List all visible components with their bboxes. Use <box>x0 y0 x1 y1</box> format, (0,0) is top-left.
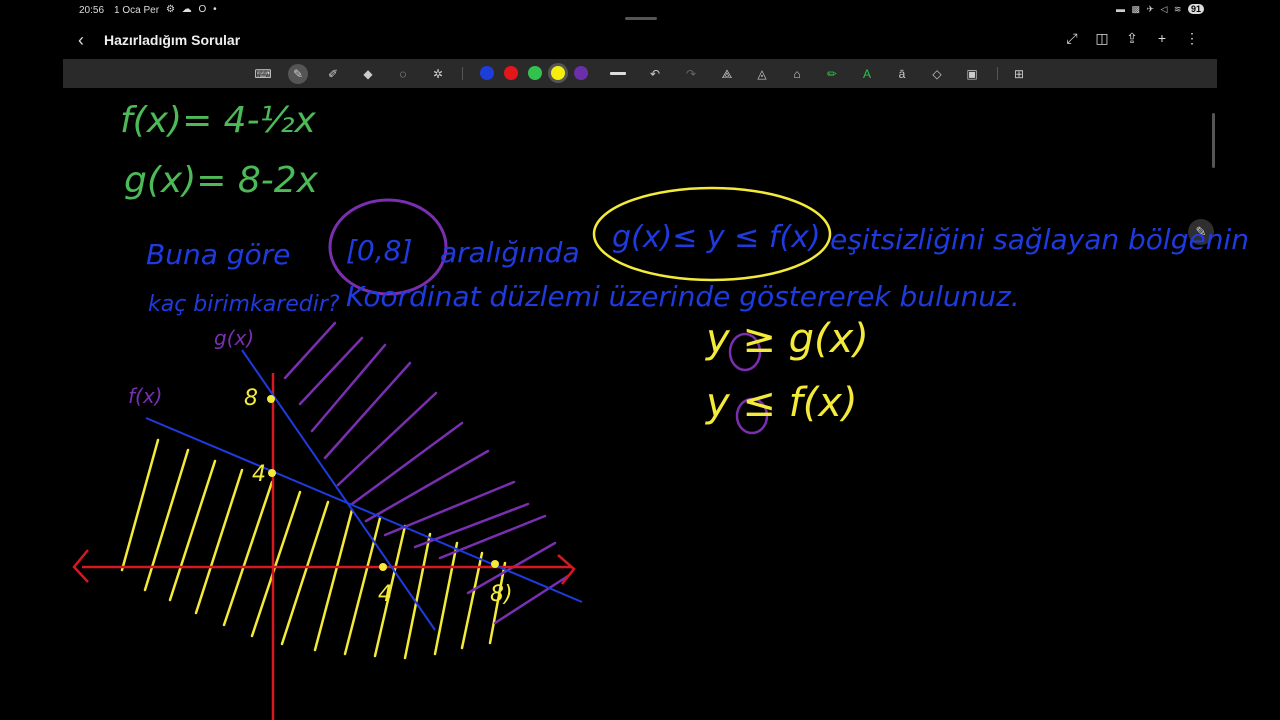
color-red-swatch[interactable] <box>504 66 518 80</box>
graph-label-g: g(x) <box>214 326 255 350</box>
color-blue-swatch[interactable] <box>480 66 494 80</box>
marker-icon[interactable]: ✏ <box>822 64 842 84</box>
question-text-1b: aralığında <box>440 236 580 269</box>
header-actions: ⤢ ◫ ⇪ + ⋮ <box>1064 30 1200 48</box>
export-icon[interactable]: ⇪ <box>1124 30 1140 48</box>
note-canvas[interactable]: f(x)= 4-½x g(x)= 8-2x Buna göre [0,8] ar… <box>0 88 1280 720</box>
redo-icon[interactable]: ↷ <box>681 64 701 84</box>
window-handle[interactable] <box>625 17 657 20</box>
question-text-1c: eşitsizliğini sağlayan bölgenin <box>830 223 1249 256</box>
status-time: 20:56 <box>79 5 105 16</box>
stamp-icon[interactable]: ⌂ <box>787 64 807 84</box>
color-yellow-swatch[interactable] <box>551 66 565 80</box>
f-definition: f(x)= 4-½x <box>120 100 316 141</box>
highlighter-icon[interactable]: ✐ <box>323 64 343 84</box>
region-below-f-hatch <box>120 438 507 660</box>
toolbar-divider <box>462 67 463 80</box>
question-text-2b: Koordinat düzlemi üzerinde göstererek bu… <box>346 280 1020 313</box>
system-icons: ▬ ▩ ✈ ◁ ≋ 91 <box>1116 4 1204 15</box>
line-g <box>241 349 436 631</box>
page-title: Hazırladığım Sorular <box>104 32 241 48</box>
status-icons: ⚙ ☁ O • <box>166 4 219 15</box>
color-purple-swatch[interactable] <box>574 66 588 80</box>
graph-label-y4: 4 <box>252 462 266 487</box>
more-icon[interactable]: ⋮ <box>1184 30 1200 48</box>
inequality-y-geq-g: y ≥ g(x) <box>706 316 869 362</box>
question-text-2a: kaç birimkaredir? <box>148 292 340 317</box>
color-green-swatch[interactable] <box>528 66 542 80</box>
toolbar-divider <box>997 67 998 80</box>
g-definition: g(x)= 8-2x <box>124 160 318 201</box>
title-bar: ‹ Hazırladığım Sorular ⤢ ◫ ⇪ + ⋮ <box>0 24 1280 56</box>
magic-icon[interactable]: ✲ <box>428 64 448 84</box>
graph-label-f: f(x) <box>128 384 163 408</box>
text-icon[interactable]: A <box>857 64 877 84</box>
add-icon[interactable]: + <box>1154 30 1170 48</box>
page-layout-icon[interactable]: ◫ <box>1094 30 1110 48</box>
graph-label-y8: 8 <box>244 386 258 411</box>
pen-icon[interactable]: ✎ <box>288 64 308 84</box>
text-box-icon[interactable]: ā <box>892 64 912 84</box>
graph-label-x4: 4 <box>378 582 392 607</box>
grid-icon[interactable]: ⊞ <box>1009 64 1029 84</box>
image-icon[interactable]: ▣ <box>962 64 982 84</box>
eraser-icon[interactable]: ◆ <box>358 64 378 84</box>
keyboard-icon[interactable]: ⌨ <box>253 64 273 84</box>
shape-pen-icon[interactable]: ⟁ <box>717 64 737 84</box>
fullscreen-icon[interactable]: ⤢ <box>1064 30 1080 48</box>
lasso-icon[interactable]: ◌ <box>393 64 413 84</box>
drawing-toolbar: ⌨ ✎ ✐ ◆ ◌ ✲ ↶ ↷ ⟁ ◬ ⌂ ✏ A ā ◇ ▣ ⊞ <box>63 59 1217 88</box>
question-inequality: g(x)≤ y ≤ f(x) <box>612 220 821 255</box>
inequality-y-leq-f: y ≤ f(x) <box>706 380 858 426</box>
fill-icon[interactable]: ◬ <box>752 64 772 84</box>
question-text-1a: Buna göre <box>146 238 291 271</box>
battery-icon: 91 <box>1187 4 1204 14</box>
status-date: 1 Oca Per <box>114 5 160 16</box>
coordinate-axes <box>72 373 576 720</box>
chevron-left-icon[interactable]: ‹ <box>78 30 84 51</box>
line-width-icon[interactable] <box>610 72 626 75</box>
graph-label-x8: 8) <box>490 582 513 607</box>
shapes-icon[interactable]: ◇ <box>927 64 947 84</box>
question-interval: [0,8] <box>346 234 413 267</box>
line-f <box>145 417 583 603</box>
undo-icon[interactable]: ↶ <box>645 64 665 84</box>
